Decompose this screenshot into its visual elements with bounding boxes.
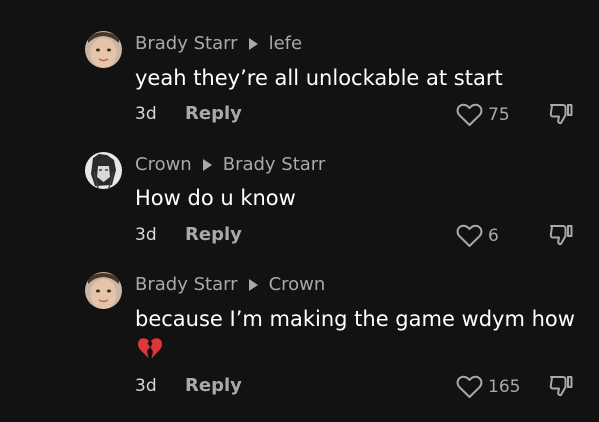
reply-arrow-icon xyxy=(248,278,258,291)
comment-header: Crown Brady Starr xyxy=(135,154,325,175)
avatar[interactable] xyxy=(85,31,122,68)
reply-button[interactable]: Reply xyxy=(185,375,242,396)
reply-arrow-icon xyxy=(248,37,258,50)
author-name[interactable]: Crown xyxy=(135,154,192,175)
comment-header: Brady Starr Crown xyxy=(135,274,325,295)
like-button[interactable]: 75 xyxy=(456,103,510,127)
heart-icon xyxy=(456,224,483,247)
like-count: 6 xyxy=(488,226,499,246)
heart-icon xyxy=(456,375,483,398)
reply-arrow-icon xyxy=(202,158,212,171)
comment-age: 3d xyxy=(135,103,157,124)
avatar[interactable] xyxy=(85,272,122,309)
like-button[interactable]: 6 xyxy=(456,224,499,248)
author-name[interactable]: Brady Starr xyxy=(135,274,238,295)
comment-age: 3d xyxy=(135,375,157,396)
avatar[interactable] xyxy=(85,152,122,189)
reply-to-name[interactable]: lefe xyxy=(269,33,303,54)
comment-meta: 3d Reply xyxy=(135,103,242,124)
reply-button[interactable]: Reply xyxy=(185,103,242,124)
broken-heart-emoji xyxy=(137,337,163,365)
dislike-button[interactable] xyxy=(548,222,574,252)
reply-to-name[interactable]: Brady Starr xyxy=(223,154,326,175)
reply-button[interactable]: Reply xyxy=(185,224,242,245)
thumbs-down-icon xyxy=(549,376,573,397)
comment-header: Brady Starr lefe xyxy=(135,33,302,54)
dislike-button[interactable] xyxy=(548,373,574,403)
comment-age: 3d xyxy=(135,224,157,245)
dislike-button[interactable] xyxy=(548,101,574,131)
thumbs-down-icon xyxy=(549,104,573,125)
comment-meta: 3d Reply xyxy=(135,224,242,245)
comment-text: because I’m making the game wdym how xyxy=(135,307,575,331)
heart-icon xyxy=(456,103,483,126)
reply-to-name[interactable]: Crown xyxy=(269,274,326,295)
like-button[interactable]: 165 xyxy=(456,375,520,399)
like-count: 165 xyxy=(488,377,521,397)
author-name[interactable]: Brady Starr xyxy=(135,33,238,54)
comment-text: yeah they’re all unlockable at start xyxy=(135,66,503,90)
thumbs-down-icon xyxy=(549,225,573,246)
comment-meta: 3d Reply xyxy=(135,375,242,396)
like-count: 75 xyxy=(488,105,510,125)
comment-text: How do u know xyxy=(135,186,296,210)
